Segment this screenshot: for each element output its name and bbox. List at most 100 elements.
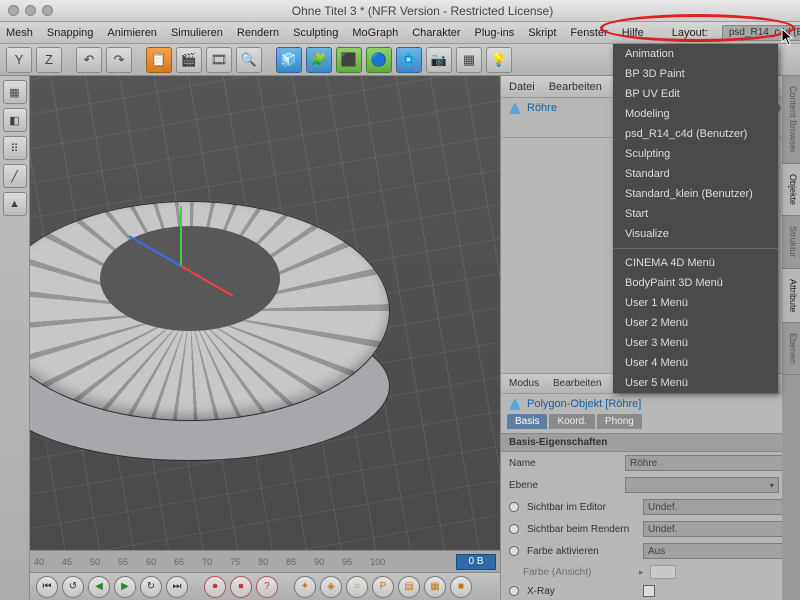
spline-icon[interactable]: 🧩 xyxy=(306,47,332,73)
keyframe-param-button[interactable]: P xyxy=(372,576,394,598)
menu-mograph[interactable]: MoGraph xyxy=(352,27,398,39)
minimize-icon[interactable] xyxy=(25,5,36,16)
layout-option-psdr14[interactable]: psd_R14_c4d (Benutzer) xyxy=(613,124,778,144)
prev-key-button[interactable]: ↺ xyxy=(62,576,84,598)
tab-koord[interactable]: Koord. xyxy=(549,414,594,429)
next-key-button[interactable]: ↻ xyxy=(140,576,162,598)
am-menu-modus[interactable]: Modus xyxy=(509,378,539,389)
layout-option-visualize[interactable]: Visualize xyxy=(613,224,778,244)
prop-colorenable-field[interactable]: Aus xyxy=(643,543,792,559)
tool-select-icon[interactable]: 📋 xyxy=(146,47,172,73)
play-button[interactable]: ▶ xyxy=(114,576,136,598)
tab-phong[interactable]: Phong xyxy=(597,414,642,429)
layout-option-c4dmenu[interactable]: CINEMA 4D Menü xyxy=(613,253,778,273)
layout-dropdown[interactable]: psd_R14_c4d (Benutzer) xyxy=(722,25,800,41)
redo-button[interactable]: ↷ xyxy=(106,47,132,73)
subdivide-icon[interactable]: 🔵 xyxy=(366,47,392,73)
menu-hilfe[interactable]: Hilfe xyxy=(622,27,644,39)
menu-rendern[interactable]: Rendern xyxy=(237,27,279,39)
layout-option-user2[interactable]: User 2 Menü xyxy=(613,313,778,333)
vtab-content-browser[interactable]: Content Browser xyxy=(782,76,800,164)
current-frame-field[interactable]: 0 B xyxy=(456,554,496,570)
menu-animieren[interactable]: Animieren xyxy=(107,27,157,39)
radio-vis-render[interactable] xyxy=(509,524,519,534)
mode-model-icon[interactable]: ▦ xyxy=(3,80,27,104)
render-icon[interactable]: 🎬 xyxy=(176,47,202,73)
timeline-ruler[interactable]: 404550 556065 707580 859095 100 0 B xyxy=(30,550,500,572)
layout-option-user5[interactable]: User 5 Menü xyxy=(613,373,778,393)
autokey-button[interactable]: ⏹ xyxy=(230,576,252,598)
keyframe-all-button[interactable]: ■ xyxy=(450,576,472,598)
radio-xray[interactable] xyxy=(509,586,519,596)
prop-viseditor-field[interactable]: Undef. xyxy=(643,499,792,515)
layout-option-standardklein[interactable]: Standard_klein (Benutzer) xyxy=(613,184,778,204)
prop-visrender-field[interactable]: Undef. xyxy=(643,521,792,537)
layout-option-user3[interactable]: User 3 Menü xyxy=(613,333,778,353)
menu-fenster[interactable]: Fenster xyxy=(570,27,607,39)
keyframe-rot-button[interactable]: ◈ xyxy=(320,576,342,598)
keyframe-pla-button[interactable]: ▤ xyxy=(398,576,420,598)
goto-end-button[interactable]: ⏭ xyxy=(166,576,188,598)
layout-option-start[interactable]: Start xyxy=(613,204,778,224)
radio-vis-editor[interactable] xyxy=(509,502,519,512)
mode-point-icon[interactable]: ⠿ xyxy=(3,136,27,160)
am-menu-bearbeiten[interactable]: Bearbeiten xyxy=(553,378,601,389)
close-icon[interactable] xyxy=(8,5,19,16)
layout-option-animation[interactable]: Animation xyxy=(613,44,778,64)
mode-edge-icon[interactable]: ╱ xyxy=(3,164,27,188)
generator-icon[interactable]: ⬛ xyxy=(336,47,362,73)
keyoptions-button[interactable]: ? xyxy=(256,576,278,598)
axis-z-icon[interactable]: Z xyxy=(36,47,62,73)
keyframe-scale-button[interactable]: ○ xyxy=(346,576,368,598)
menu-snapping[interactable]: Snapping xyxy=(47,27,94,39)
layout-option-user1[interactable]: User 1 Menü xyxy=(613,293,778,313)
om-menu-datei[interactable]: Datei xyxy=(509,81,535,93)
menu-simulieren[interactable]: Simulieren xyxy=(171,27,223,39)
vtab-struktur[interactable]: Struktur xyxy=(782,216,800,269)
mode-polygon-icon[interactable]: ▲ xyxy=(3,192,27,216)
deformer-icon[interactable]: 💠 xyxy=(396,47,422,73)
radio-color-enable[interactable] xyxy=(509,546,519,556)
layout-option-bpuvedit[interactable]: BP UV Edit xyxy=(613,84,778,104)
layout-option-user4[interactable]: User 4 Menü xyxy=(613,353,778,373)
prop-name-field[interactable]: Röhre xyxy=(625,455,792,471)
vtab-objekte[interactable]: Objekte xyxy=(782,164,800,216)
keyframe-pos-button[interactable]: ✦ xyxy=(294,576,316,598)
layout-option-sculpting[interactable]: Sculpting xyxy=(613,144,778,164)
color-swatch[interactable] xyxy=(650,565,676,579)
tube-object[interactable] xyxy=(30,171,390,471)
y-axis-icon[interactable] xyxy=(180,206,182,266)
om-menu-bearbeiten[interactable]: Bearbeiten xyxy=(549,81,602,93)
menu-skript[interactable]: Skript xyxy=(528,27,556,39)
xray-checkbox[interactable] xyxy=(643,585,655,597)
keyframe-sel-button[interactable]: ▦ xyxy=(424,576,446,598)
axis-y-icon[interactable]: Y xyxy=(6,47,32,73)
layout-option-standard[interactable]: Standard xyxy=(613,164,778,184)
light-icon[interactable]: 💡 xyxy=(486,47,512,73)
menu-mesh[interactable]: Mesh xyxy=(6,27,33,39)
tab-basis[interactable]: Basis xyxy=(507,414,547,429)
menu-charakter[interactable]: Charakter xyxy=(412,27,460,39)
primitive-cube-icon[interactable]: 🧊 xyxy=(276,47,302,73)
record-button[interactable]: ⏺ xyxy=(204,576,226,598)
play-back-button[interactable]: ◀ xyxy=(88,576,110,598)
menu-sculpting[interactable]: Sculpting xyxy=(293,27,338,39)
camera-icon[interactable]: 📷 xyxy=(426,47,452,73)
layout-option-bp3dpaint[interactable]: BP 3D Paint xyxy=(613,64,778,84)
menu-plugins[interactable]: Plug-ins xyxy=(475,27,515,39)
goto-start-button[interactable]: ⏮ xyxy=(36,576,58,598)
layout-option-modeling[interactable]: Modeling xyxy=(613,104,778,124)
viewport[interactable] xyxy=(30,76,500,550)
zoom-icon[interactable] xyxy=(42,5,53,16)
prop-ebene-field[interactable] xyxy=(625,477,779,493)
undo-button[interactable]: ↶ xyxy=(76,47,102,73)
render-settings-icon[interactable]: 🎞 xyxy=(206,47,232,73)
layout-option-bodypaintmenu[interactable]: BodyPaint 3D Menü xyxy=(613,273,778,293)
mode-texture-icon[interactable]: ◧ xyxy=(3,108,27,132)
floor-icon[interactable]: ▦ xyxy=(456,47,482,73)
window-controls[interactable] xyxy=(8,5,53,16)
vtab-ebenen[interactable]: Ebenen xyxy=(782,323,800,375)
vtab-attribute[interactable]: Attribute xyxy=(782,269,800,324)
picture-viewer-icon[interactable]: 🔍 xyxy=(236,47,262,73)
layout-dropdown-menu[interactable]: Animation BP 3D Paint BP UV Edit Modelin… xyxy=(613,44,778,393)
